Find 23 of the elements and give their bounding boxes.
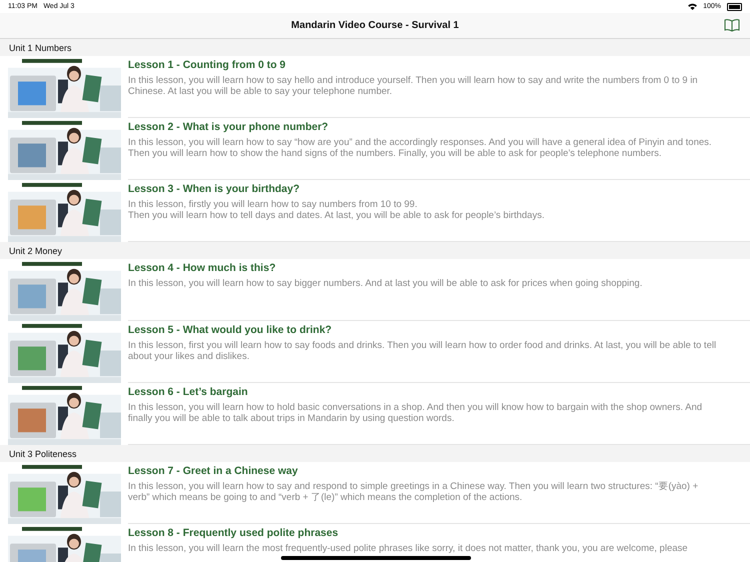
lesson-title[interactable]: Lesson 2 - What is your phone number?	[128, 121, 750, 133]
section-header: Unit 3 Politeness	[0, 445, 750, 462]
wifi-icon	[688, 3, 698, 10]
battery-icon	[727, 2, 742, 10]
lesson-title[interactable]: Lesson 5 - What would you like to drink?	[128, 324, 750, 336]
lesson-title[interactable]: Lesson 1 - Counting from 0 to 9	[128, 59, 750, 71]
lesson-title[interactable]: Lesson 8 - Frequently used polite phrases	[128, 527, 750, 539]
lesson-title[interactable]: Lesson 3 - When is your birthday?	[128, 183, 750, 195]
lesson-description: In this lesson, you will learn how to hold basic conversations in a shop. And then you will know how to bargain with the shop owners. And finally you will be able to talk about trips in Mandarin by using question words.	[128, 402, 704, 425]
lesson-description: In this lesson, first you will learn how to say foods and drinks. Then you will learn how to order food and drinks. At last, you will be able to tell about your likes and dislikes.	[128, 340, 718, 363]
lesson-title[interactable]: Lesson 4 - How much is this?	[128, 262, 750, 274]
lesson-description: In this lesson, you will learn how to say and respond to simple greetings in a Chinese way. Then you will learn two structures: “要(yào) + verb” which means be going to and “verb + 了(le)” which means the completion of the actions.	[128, 481, 700, 504]
nav-title: Mandarin Video Course - Survival 1	[291, 20, 459, 31]
book-icon[interactable]	[724, 18, 740, 32]
section-header: Unit 1 Numbers	[0, 39, 750, 56]
lesson-title[interactable]: Lesson 7 - Greet in a Chinese way	[128, 465, 750, 477]
lesson-description: In this lesson, you will learn how to say hello and introduce yourself. Then you will learn how to say and write the numbers from 0 to 9 in Chinese. At last you will be able to say your telephone number.	[128, 75, 699, 98]
lesson-description: In this lesson, you will learn the most frequently-used polite phrases like sorry, it does not matter, thank you, you are welcome, please	[128, 543, 689, 554]
lesson-description: In this lesson, you will learn how to say “how are you” and the accordingly responses. And you will have a general idea of Pinyin and tones. Then you will learn how to show the hand signs of the numbers. Finally, you will be able to ask for people’s telephone numbers.	[128, 137, 713, 160]
lesson-title[interactable]: Lesson 6 - Let’s bargain	[128, 386, 750, 398]
section-header: Unit 2 Money	[0, 242, 750, 259]
lesson-description: In this lesson, you will learn how to say bigger numbers. And at last you will be able to ask for prices when going shopping.	[128, 278, 644, 290]
lesson-description: In this lesson, firstly you will learn how to say numbers from 10 to 99. Then you will learn how to tell days and dates. At last, you will be able to ask for people’s birthdays.	[128, 199, 546, 222]
